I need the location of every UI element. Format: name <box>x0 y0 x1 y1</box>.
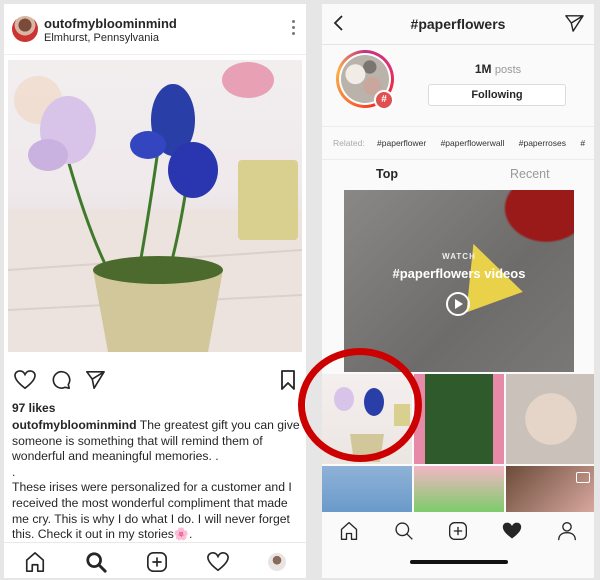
bottom-nav <box>322 512 594 550</box>
posts-count: 1M posts <box>474 62 522 76</box>
activity-heart-icon[interactable] <box>207 551 230 573</box>
hashtag-badge-icon: # <box>374 90 394 110</box>
hashtag-header: #paperflowers <box>322 4 594 45</box>
related-tag[interactable]: #paperflowerwall <box>441 138 505 148</box>
grid-post-bouquet[interactable] <box>506 374 594 464</box>
post-photo[interactable] <box>8 60 302 352</box>
post-location[interactable]: Elmhurst, Pennsylvania <box>44 32 159 44</box>
home-icon[interactable] <box>339 521 359 541</box>
user-avatar[interactable] <box>12 16 38 42</box>
post-username[interactable]: outofmybloominmind <box>44 16 177 31</box>
more-options-icon[interactable] <box>292 20 296 35</box>
following-button[interactable]: Following <box>428 84 566 106</box>
post-screen: outofmybloominmind Elmhurst, Pennsylvani… <box>4 4 306 578</box>
activity-heart-filled-icon[interactable] <box>502 521 522 541</box>
search-icon[interactable] <box>85 551 107 573</box>
related-label: Related: <box>333 138 365 148</box>
tab-recent[interactable]: Recent <box>510 167 550 181</box>
related-tags-bar: Related: #paperflower #paperflowerwall #… <box>322 126 594 160</box>
add-post-icon[interactable] <box>448 521 468 541</box>
hashtag-avatar: # <box>336 50 394 110</box>
hashtag-videos-tile[interactable]: WATCH #paperflowers videos <box>344 190 574 372</box>
grid-post-bird[interactable] <box>322 466 412 512</box>
videos-title: #paperflowers videos <box>392 266 526 281</box>
tab-top[interactable]: Top <box>376 167 398 181</box>
caption-text-2: These irises were personalized for a cus… <box>12 480 292 542</box>
feed-tabs: Top Recent <box>322 162 594 188</box>
post-caption: outofmybloominmind The greatest gift you… <box>12 418 300 543</box>
hashtag-screen: #paperflowers # 1M posts Following Relat… <box>322 4 594 578</box>
play-icon[interactable] <box>446 292 470 316</box>
grid-post-flower-wall[interactable] <box>414 374 504 464</box>
watch-label: WATCH <box>442 252 476 261</box>
post-header: outofmybloominmind Elmhurst, Pennsylvani… <box>4 4 306 55</box>
profile-avatar[interactable] <box>268 553 287 571</box>
highlight-circle <box>298 348 422 462</box>
like-heart-icon[interactable] <box>14 370 36 390</box>
comment-icon[interactable] <box>50 370 72 390</box>
iris-flower-illustration <box>8 62 302 352</box>
search-icon[interactable] <box>394 521 414 541</box>
post-actions <box>12 370 298 394</box>
caption-dot: . <box>12 464 16 479</box>
share-send-icon[interactable] <box>564 14 584 32</box>
profile-icon[interactable] <box>557 521 577 541</box>
share-send-icon[interactable] <box>84 370 106 390</box>
hashtag-title: #paperflowers <box>410 16 506 32</box>
related-tag[interactable]: #paperflower <box>377 138 426 148</box>
related-tag[interactable]: # <box>580 138 585 148</box>
video-camera-icon <box>576 472 590 483</box>
bottom-nav <box>4 542 306 578</box>
related-tag[interactable]: #paperroses <box>519 138 566 148</box>
caption-username[interactable]: outofmybloominmind <box>12 418 137 432</box>
grid-post-party[interactable] <box>414 466 504 512</box>
likes-count[interactable]: 97 likes <box>12 401 55 415</box>
home-indicator[interactable] <box>410 560 508 564</box>
bookmark-icon[interactable] <box>280 370 296 390</box>
add-post-icon[interactable] <box>146 551 168 573</box>
home-icon[interactable] <box>24 551 46 573</box>
grid-post-video[interactable] <box>506 466 594 512</box>
